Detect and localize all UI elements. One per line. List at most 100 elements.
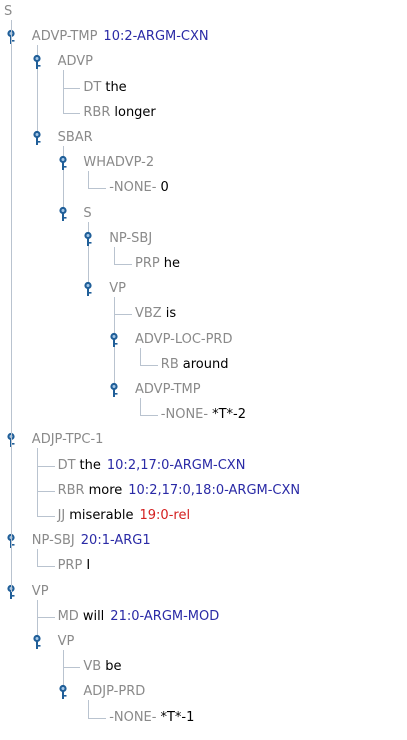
tree-connector [88, 700, 90, 718]
tree-node[interactable]: ADVP-TMP 10:2-ARGM-CXN [32, 27, 209, 47]
node-word: be [105, 659, 122, 675]
node-word: *T*-1 [160, 709, 195, 725]
tree-node[interactable]: VP [58, 632, 75, 652]
tree-connector [140, 415, 158, 417]
node-label: S [83, 205, 92, 221]
node-label: JJ [57, 508, 66, 523]
tree-connector [36, 448, 38, 516]
expand-toggle-icon[interactable] [31, 634, 43, 650]
tree-node[interactable]: NP-SBJ [109, 229, 152, 249]
tree-leaf[interactable]: PRP I [58, 556, 91, 576]
node-word: the [79, 457, 101, 473]
node-word: miserable [69, 508, 134, 523]
tree-connector [114, 314, 132, 316]
node-word: around [182, 356, 229, 372]
node-word: longer [114, 104, 156, 120]
tree-connector [114, 246, 116, 264]
node-label: RBR [57, 482, 85, 498]
node-label: ADVP-TMP [31, 29, 98, 45]
node-word: I [86, 558, 91, 574]
expand-toggle-icon[interactable] [31, 130, 43, 146]
node-annotation: 20:1-ARG1 [80, 533, 151, 549]
node-word: is [165, 306, 177, 322]
tree-leaf[interactable]: PRP he [135, 254, 180, 274]
node-label: DT [83, 79, 102, 95]
node-annotation: 10:2-ARGM-CXN [103, 29, 209, 45]
tree-connector [88, 171, 90, 189]
tree-node[interactable]: S [83, 204, 91, 224]
node-word: will [82, 608, 105, 624]
node-word: the [105, 79, 127, 95]
tree-node[interactable]: ADVP-TMP [135, 380, 201, 400]
node-label: VB [83, 659, 102, 675]
node-label: PRP [135, 256, 160, 271]
tree-leaf[interactable]: -NONE- *T*-1 [109, 708, 194, 728]
tree-leaf[interactable]: DT the [83, 78, 126, 98]
expand-toggle-icon[interactable] [82, 281, 94, 297]
tree-connector [36, 549, 38, 567]
expand-toggle-icon[interactable] [31, 54, 43, 70]
tree-connector [62, 667, 81, 669]
node-label: VBZ [135, 306, 162, 322]
tree-connector [36, 465, 55, 467]
tree-connector [62, 87, 81, 89]
node-label: VP [57, 634, 75, 649]
node-word: more [88, 482, 123, 498]
tree-leaf[interactable]: RBR more 10:2,17:0,18:0-ARGM-CXN [58, 481, 301, 501]
expand-toggle-icon[interactable] [57, 684, 69, 700]
expand-toggle-icon[interactable] [57, 155, 69, 171]
tree-connector [36, 490, 55, 492]
tree-connector [140, 398, 141, 416]
tree-connector [114, 264, 132, 265]
tree-node[interactable]: ADVP [58, 52, 93, 72]
tree-leaf[interactable]: DT the 10:2,17:0-ARGM-CXN [58, 456, 246, 476]
node-label: RBR [83, 104, 111, 120]
tree-connector [36, 616, 55, 618]
tree-node[interactable]: WHADVP-2 [83, 153, 154, 173]
tree-leaf[interactable]: RBR longer [83, 103, 155, 123]
node-label: -NONE- [109, 180, 157, 196]
tree-node[interactable]: NP-SBJ 20:1-ARG1 [32, 531, 151, 551]
tree-leaf[interactable]: RB around [161, 355, 229, 375]
tree-node[interactable]: ADJP-PRD [83, 682, 145, 702]
tree-root-node[interactable]: S [4, 2, 12, 22]
node-label: SBAR [57, 130, 93, 145]
node-label: VP [109, 281, 126, 297]
tree-connector [140, 364, 158, 366]
tree-leaf[interactable]: MD will 21:0-ARGM-MOD [58, 607, 220, 627]
tree-leaf[interactable]: JJ miserable 19:0-rel [58, 506, 190, 526]
tree-leaf[interactable]: VBZ is [135, 304, 176, 324]
tree-connector [11, 20, 12, 592]
tree-connector [36, 566, 55, 568]
expand-toggle-icon[interactable] [108, 332, 120, 348]
expand-toggle-icon[interactable] [57, 206, 69, 222]
tree-node[interactable]: VP [32, 582, 49, 602]
tree-leaf[interactable]: -NONE- *T*-2 [161, 405, 246, 425]
node-word: he [163, 256, 180, 271]
node-label: WHADVP-2 [83, 155, 155, 171]
node-label: -NONE- [160, 407, 209, 423]
node-label: NP-SBJ [109, 230, 153, 246]
tree-leaf[interactable]: VB be [83, 657, 121, 677]
tree-node[interactable]: ADJP-TPC-1 [32, 430, 104, 450]
node-label: ADVP-TMP [135, 382, 201, 397]
tree-node[interactable]: ADVP-LOC-PRD [135, 330, 232, 350]
node-label: PRP [57, 558, 83, 574]
node-label: ADVP [57, 54, 94, 70]
tree-connector [88, 188, 107, 190]
parse-tree-view: S ADVP-TMP 10:2-ARGM-CXN ADVP DT the RBR longer… [0, 0, 407, 740]
tree-leaf[interactable]: -NONE- 0 [109, 178, 169, 198]
node-label: -NONE- [109, 709, 157, 725]
node-label: NP-SBJ [31, 533, 75, 549]
tree-node[interactable]: SBAR [58, 128, 93, 148]
tree-connector [62, 70, 64, 113]
expand-toggle-icon[interactable] [108, 382, 120, 398]
node-label: S [4, 4, 13, 19]
node-annotation: 10:2,17:0-ARGM-CXN [106, 457, 246, 473]
tree-node[interactable]: VP [109, 279, 126, 299]
expand-toggle-icon[interactable] [82, 231, 94, 247]
tree-connector [140, 347, 141, 365]
node-label: ADVP-LOC-PRD [135, 331, 233, 347]
node-word: *T*-2 [212, 407, 246, 423]
tree-connector [36, 516, 55, 517]
